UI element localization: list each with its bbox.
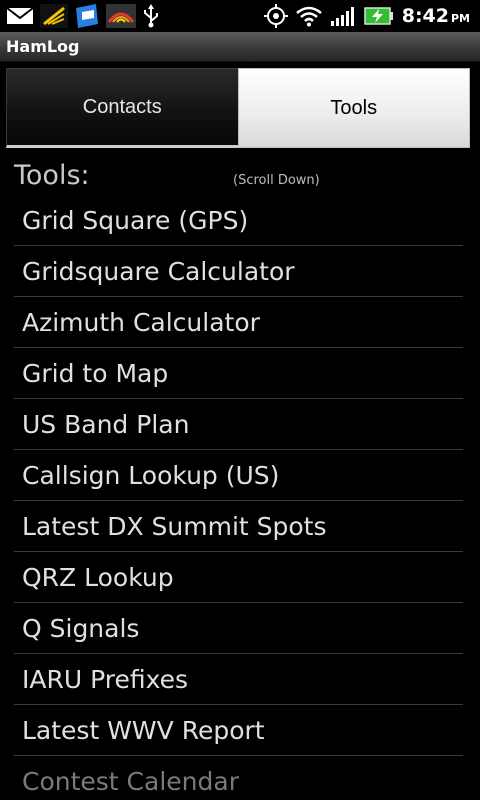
clock-ampm: PM bbox=[450, 12, 470, 25]
app-title: HamLog bbox=[6, 37, 80, 56]
list-item[interactable]: Q Signals bbox=[14, 603, 463, 654]
clock-time: 8:42 bbox=[401, 5, 449, 27]
list-item[interactable]: Grid to Map bbox=[14, 348, 463, 399]
tab-bar: Contacts Tools bbox=[6, 68, 470, 148]
status-bar: 8:42 PM bbox=[0, 0, 480, 32]
section-title: Tools: bbox=[14, 160, 90, 191]
sprint-icon bbox=[40, 4, 68, 28]
list-item[interactable]: IARU Prefixes bbox=[14, 654, 463, 705]
wifi-icon bbox=[295, 5, 322, 27]
gps-icon bbox=[263, 4, 288, 28]
list-item[interactable]: Latest WWV Report bbox=[14, 705, 463, 756]
usb-icon bbox=[142, 4, 160, 28]
scroll-hint: (Scroll Down) bbox=[233, 173, 320, 188]
list-item[interactable]: Contest Calendar bbox=[14, 756, 463, 800]
list-item[interactable]: QRZ Lookup bbox=[14, 552, 463, 603]
tool-list[interactable]: Grid Square (GPS) Gridsquare Calculator … bbox=[14, 195, 463, 800]
tab-tools[interactable]: Tools bbox=[237, 68, 470, 148]
list-item[interactable]: US Band Plan bbox=[14, 399, 463, 450]
list-item[interactable]: Azimuth Calculator bbox=[14, 297, 463, 348]
tab-contacts[interactable]: Contacts bbox=[6, 68, 238, 148]
list-item[interactable]: Callsign Lookup (US) bbox=[14, 450, 463, 501]
list-item[interactable]: Gridsquare Calculator bbox=[14, 246, 463, 297]
signal-icon bbox=[330, 5, 356, 27]
list-item[interactable]: Grid Square (GPS) bbox=[14, 195, 463, 246]
title-bar: HamLog bbox=[0, 32, 480, 62]
list-item[interactable]: Latest DX Summit Spots bbox=[14, 501, 463, 552]
clock: 8:42 PM bbox=[402, 5, 470, 27]
flipboard-icon bbox=[74, 4, 100, 28]
cnet-icon bbox=[106, 4, 136, 28]
battery-charging-icon bbox=[363, 7, 394, 25]
email-icon bbox=[6, 6, 34, 26]
